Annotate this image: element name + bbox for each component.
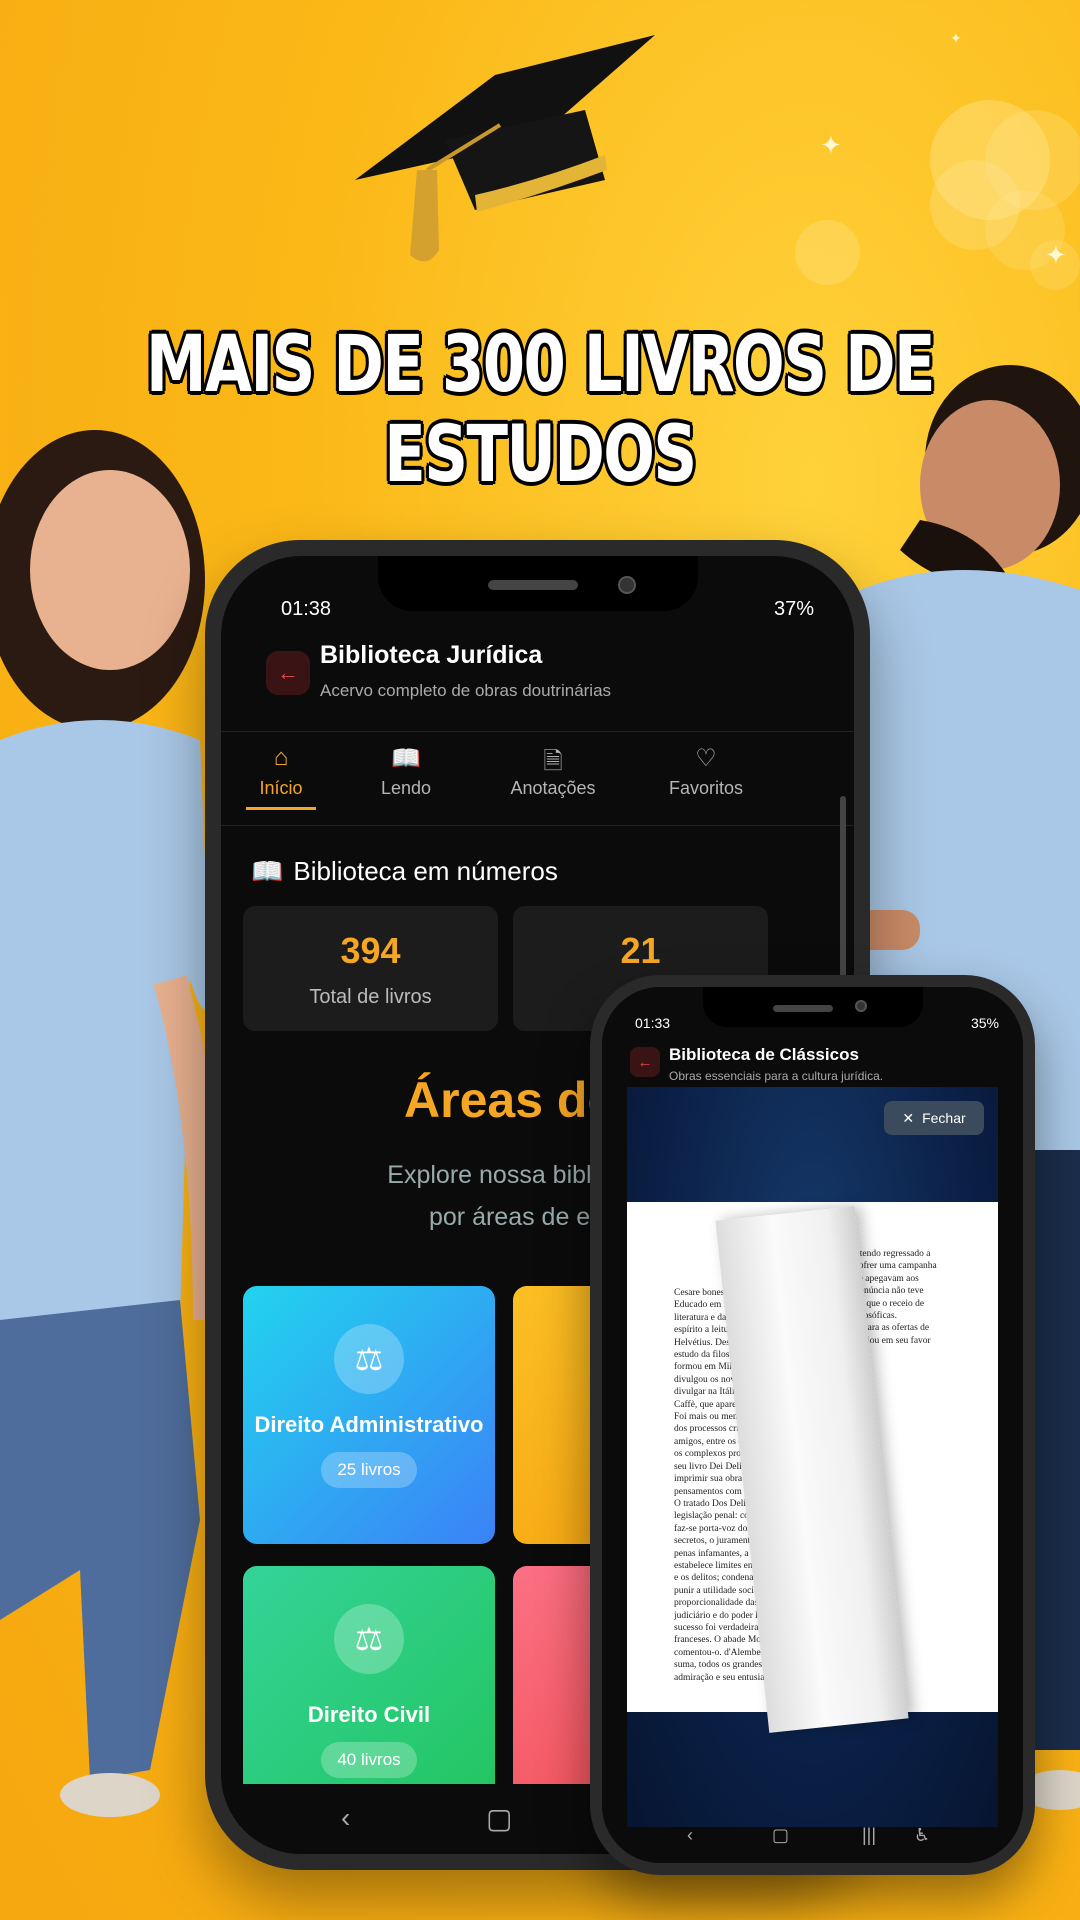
back-button[interactable]: ← <box>266 651 310 695</box>
system-nav-bar: ‹ ▢ ||| ♿ <box>602 1813 1023 1863</box>
stat-card: 394 Total de livros <box>243 906 498 1031</box>
graduation-cap-icon <box>355 35 655 262</box>
app-header: ← Biblioteca Jurídica Acervo completo de… <box>266 641 814 731</box>
sparkle-icon: ✦ <box>820 130 842 160</box>
tab-label: Favoritos <box>668 778 744 798</box>
back-button[interactable]: ← <box>630 1047 660 1077</box>
page-subtitle: Obras essenciais para a cultura jurídica… <box>669 1069 884 1083</box>
page-text: , tendo regressado a sofrer uma campanha… <box>855 1249 937 1346</box>
heart-icon: ♡ <box>695 745 717 772</box>
status-bar: 01:38 37% <box>281 598 814 621</box>
active-tab-indicator <box>246 807 316 810</box>
status-bar: 01:33 35% <box>635 1015 999 1031</box>
status-battery: 35% <box>970 1015 999 1031</box>
accessibility-icon[interactable]: ♿ <box>914 1825 930 1846</box>
nav-home-icon[interactable]: ▢ <box>772 1825 789 1846</box>
tab-label: Início <box>259 778 303 798</box>
page-title: Biblioteca de Clássicos <box>669 1045 859 1064</box>
sparkle-icon: ✦ <box>950 30 962 46</box>
phone-mockup-secondary: 01:33 35% ← Biblioteca de Clássicos Obra… <box>590 975 1035 1875</box>
area-name: Direito Civil <box>307 1702 431 1727</box>
scale-icon: ⚖ <box>334 1604 404 1674</box>
home-icon: ⌂ <box>273 744 289 771</box>
headline: MAIS DE 300 LIVROS DE ESTUDOS <box>145 320 936 500</box>
tab-label: Anotações <box>510 778 596 798</box>
bokeh-light <box>795 220 860 285</box>
tab-lendo[interactable]: 📖 Lendo <box>346 744 466 799</box>
sparkle-icon: ✦ <box>1045 240 1067 270</box>
close-button[interactable]: ✕ Fechar <box>884 1101 984 1135</box>
area-name: Direito Administrativo <box>254 1412 484 1437</box>
stat-value: 394 <box>340 930 401 971</box>
tab-inicio[interactable]: ⌂ Início <box>221 744 341 810</box>
tab-bar: ⌂ Início 📖 Lendo 🗎 Anotações ♡ Favoritos <box>221 731 854 826</box>
book-page[interactable]: Cesare bonesana, Educado em Paris pe lit… <box>627 1202 998 1733</box>
scale-icon: ⚖ <box>334 1324 404 1394</box>
tab-favoritos[interactable]: ♡ Favoritos <box>646 744 766 799</box>
book-icon: 📖 <box>391 745 421 772</box>
status-battery: 37% <box>773 598 814 620</box>
close-icon: ✕ <box>902 1109 915 1126</box>
stat-label: Total de livros <box>309 986 432 1008</box>
status-time: 01:33 <box>635 1015 671 1031</box>
phone-screen: 01:33 35% ← Biblioteca de Clássicos Obra… <box>602 987 1023 1863</box>
area-card-administrativo[interactable]: ⚖ Direito Administrativo 25 livros <box>243 1286 495 1544</box>
section-title-stats: 📖 Biblioteca em números <box>251 856 558 887</box>
page-subtitle: Acervo completo de obras doutrinárias <box>320 681 612 700</box>
area-count: 25 livros <box>321 1452 417 1488</box>
tab-anotacoes[interactable]: 🗎 Anotações <box>493 744 613 799</box>
nav-home-icon[interactable]: ▢ <box>486 1802 512 1835</box>
woman-image <box>0 430 227 1817</box>
nav-recents-icon[interactable]: ||| <box>862 1825 876 1846</box>
area-count: 40 livros <box>321 1742 417 1778</box>
tab-label: Lendo <box>380 778 432 798</box>
nav-back-icon[interactable]: ‹ <box>687 1825 693 1846</box>
stat-value: 21 <box>620 930 661 971</box>
nav-back-icon[interactable]: ‹ <box>341 1802 350 1834</box>
page-title: Biblioteca Jurídica <box>320 641 543 669</box>
section-title-text: Biblioteca em números <box>293 856 558 886</box>
arrow-left-icon: ← <box>637 1053 653 1071</box>
document-icon: 🗎 <box>543 748 563 775</box>
status-time: 01:38 <box>281 598 332 620</box>
close-label: Fechar <box>922 1110 966 1126</box>
arrow-left-icon: ← <box>277 660 299 685</box>
open-book-icon: 📖 <box>251 856 284 886</box>
book-reader: ✕ Fechar Cesare bonesana, Educado em Par… <box>627 1087 998 1827</box>
